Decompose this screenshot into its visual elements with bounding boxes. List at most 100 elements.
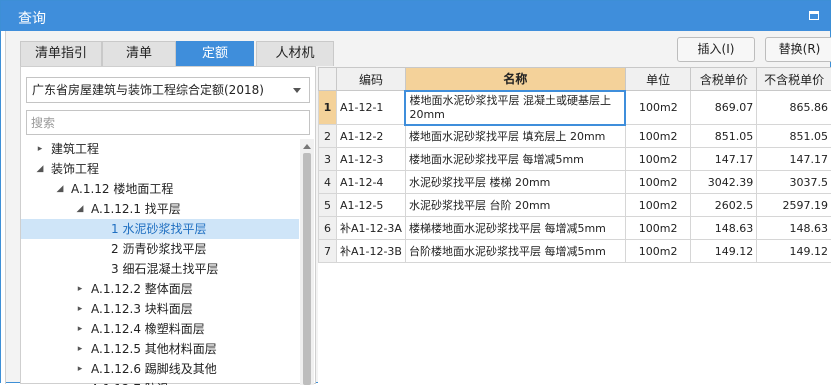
cell-unit[interactable]: 100m2 [625,217,691,240]
cell-untaxed-price[interactable]: 3037.5 [757,171,831,194]
collapse-arrow-icon[interactable]: ◢ [55,179,65,199]
table-row[interactable]: 6补A1-12-3A楼梯楼地面水泥砂浆找平层 每增减5mm100m2148.63… [319,217,831,240]
table-row[interactable]: 4A1-12-4水泥砂浆找平层 楼梯 20mm100m23042.393037.… [319,171,831,194]
tree-node[interactable]: ◢A.1.12.1 找平层 [21,199,299,219]
tree-node-label: 1 水泥砂浆找平层 [111,219,206,239]
cell-untaxed-price[interactable]: 149.12 [757,240,831,263]
collapse-arrow-icon[interactable]: ◢ [35,159,45,179]
cell-taxed-price[interactable]: 869.07 [691,91,757,125]
cell-name[interactable]: 楼地面水泥砂浆找平层 混凝土或硬基层上 20mm [405,91,625,125]
cell-untaxed-price[interactable]: 2597.19 [757,194,831,217]
cell-code[interactable]: 补A1-12-3A [336,217,405,240]
collapse-arrow-icon[interactable]: ◢ [75,199,85,219]
cell-taxed-price[interactable]: 149.12 [691,240,757,263]
tree-node[interactable]: ◢ 装饰工程 [21,159,299,179]
cell-untaxed-price[interactable]: 148.63 [757,217,831,240]
cell-code[interactable]: A1-12-3 [336,148,405,171]
tree-node[interactable]: ▸ A.1.12.2 整体面层 [21,279,299,299]
tree-node-label: A.1.12.3 块料面层 [91,299,193,319]
col-header-rownum [319,68,337,91]
tree-node[interactable]: ▸建筑工程 [21,139,299,159]
tree-scrollbar[interactable] [300,139,314,385]
row-number[interactable]: 2 [319,125,337,148]
col-header-untaxed-price[interactable]: 不含税单价 [757,68,831,91]
maximize-icon[interactable] [809,11,819,20]
cell-unit[interactable]: 100m2 [625,91,691,125]
tree-node-label: A.1.12.2 整体面层 [91,279,193,299]
table-row[interactable]: 3A1-12-3楼地面水泥砂浆找平层 每增减5mm100m2147.17147.… [319,148,831,171]
scroll-thumb[interactable] [303,153,311,385]
cell-unit[interactable]: 100m2 [625,148,691,171]
cell-name[interactable]: 楼梯楼地面水泥砂浆找平层 每增减5mm [405,217,625,240]
cell-taxed-price[interactable]: 851.05 [691,125,757,148]
expand-arrow-icon[interactable]: ▸ [35,139,45,159]
tree-node[interactable]: 2 沥青砂浆找平层 [21,239,299,259]
tab-bill[interactable]: 清单 [102,41,176,66]
expand-arrow-icon[interactable]: ▸ [75,279,85,299]
cell-unit[interactable]: 100m2 [625,240,691,263]
tree-node[interactable]: 3 细石混凝土找平层 [21,259,299,279]
tree-node[interactable]: ◢ A.1.12 楼地面工程 [21,179,299,199]
chevron-down-icon [293,88,301,93]
row-number[interactable]: 7 [319,240,337,263]
cell-code[interactable]: A1-12-5 [336,194,405,217]
cell-untaxed-price[interactable]: 865.86 [757,91,831,125]
table-row[interactable]: 5A1-12-5水泥砂浆找平层 台阶 20mm100m22602.52597.1… [319,194,831,217]
tree-node-label: A.1.12 楼地面工程 [71,179,173,199]
expand-arrow-icon[interactable]: ▸ [75,299,85,319]
tab-bill-guide[interactable]: 清单指引 [20,41,102,66]
tree-node[interactable]: ▸ A.1.12.7 防滑 [21,379,299,385]
tab-quota[interactable]: 定额 [176,41,254,66]
cell-code[interactable]: 补A1-12-3B [336,240,405,263]
expand-arrow-icon[interactable]: ▸ [75,339,85,359]
col-header-name[interactable]: 名称 [405,68,625,91]
tree-node[interactable]: ▸ A.1.12.4 橡塑料面层 [21,319,299,339]
cell-unit[interactable]: 100m2 [625,125,691,148]
search-input[interactable] [26,110,310,135]
cell-code[interactable]: A1-12-2 [336,125,405,148]
expand-arrow-icon[interactable]: ▸ [75,359,85,379]
row-number[interactable]: 6 [319,217,337,240]
cell-taxed-price[interactable]: 3042.39 [691,171,757,194]
cell-unit[interactable]: 100m2 [625,171,691,194]
col-header-taxed-price[interactable]: 含税单价 [691,68,757,91]
tree-node[interactable]: ▸ A.1.12.6 踢脚线及其他 [21,359,299,379]
tree-node[interactable]: 1 水泥砂浆找平层 [21,219,299,239]
tree-node-label: 装饰工程 [51,159,99,179]
row-number[interactable]: 5 [319,194,337,217]
tree-node-label: A.1.12.4 橡塑料面层 [91,319,205,339]
row-number[interactable]: 1 [319,91,337,125]
table-row[interactable]: 1A1-12-1楼地面水泥砂浆找平层 混凝土或硬基层上 20mm100m2869… [319,91,831,125]
tree-node-label: A.1.12.7 防滑 [91,379,169,385]
tree-node-label: A.1.12.6 踢脚线及其他 [91,359,217,379]
col-header-unit[interactable]: 单位 [625,68,691,91]
cell-code[interactable]: A1-12-1 [336,91,405,125]
cell-code[interactable]: A1-12-4 [336,171,405,194]
cell-name[interactable]: 水泥砂浆找平层 楼梯 20mm [405,171,625,194]
cell-name[interactable]: 楼地面水泥砂浆找平层 每增减5mm [405,148,625,171]
library-select[interactable]: 广东省房屋建筑与装饰工程综合定额(2018) [26,77,310,103]
tree-node[interactable]: ▸A.1.12.5 其他材料面层 [21,339,299,359]
insert-button[interactable]: 插入(I) [677,37,755,62]
cell-untaxed-price[interactable]: 147.17 [757,148,831,171]
col-header-code[interactable]: 编码 [336,68,405,91]
cell-unit[interactable]: 100m2 [625,194,691,217]
tree-node[interactable]: ▸ A.1.12.3 块料面层 [21,299,299,319]
cell-name[interactable]: 台阶楼地面水泥砂浆找平层 每增减5mm [405,240,625,263]
table-row[interactable]: 2A1-12-2楼地面水泥砂浆找平层 填充层上 20mm100m2851.058… [319,125,831,148]
cell-taxed-price[interactable]: 147.17 [691,148,757,171]
quota-grid: 编码 名称 单位 含税单价 不含税单价 1A1-12-1楼地面水泥砂浆找平层 混… [318,67,831,384]
row-number[interactable]: 3 [319,148,337,171]
table-row[interactable]: 7补A1-12-3B台阶楼地面水泥砂浆找平层 每增减5mm100m2149.12… [319,240,831,263]
cell-untaxed-price[interactable]: 851.05 [757,125,831,148]
cell-taxed-price[interactable]: 148.63 [691,217,757,240]
expand-arrow-icon[interactable]: ▸ [75,319,85,339]
replace-button[interactable]: 替换(R) [765,37,831,62]
cell-name[interactable]: 楼地面水泥砂浆找平层 填充层上 20mm [405,125,625,148]
scroll-up-icon[interactable] [303,144,311,149]
cell-name[interactable]: 水泥砂浆找平层 台阶 20mm [405,194,625,217]
tab-labor-material[interactable]: 人材机 [256,41,334,66]
row-number[interactable]: 4 [319,171,337,194]
cell-taxed-price[interactable]: 2602.5 [691,194,757,217]
expand-arrow-icon[interactable]: ▸ [75,379,85,385]
